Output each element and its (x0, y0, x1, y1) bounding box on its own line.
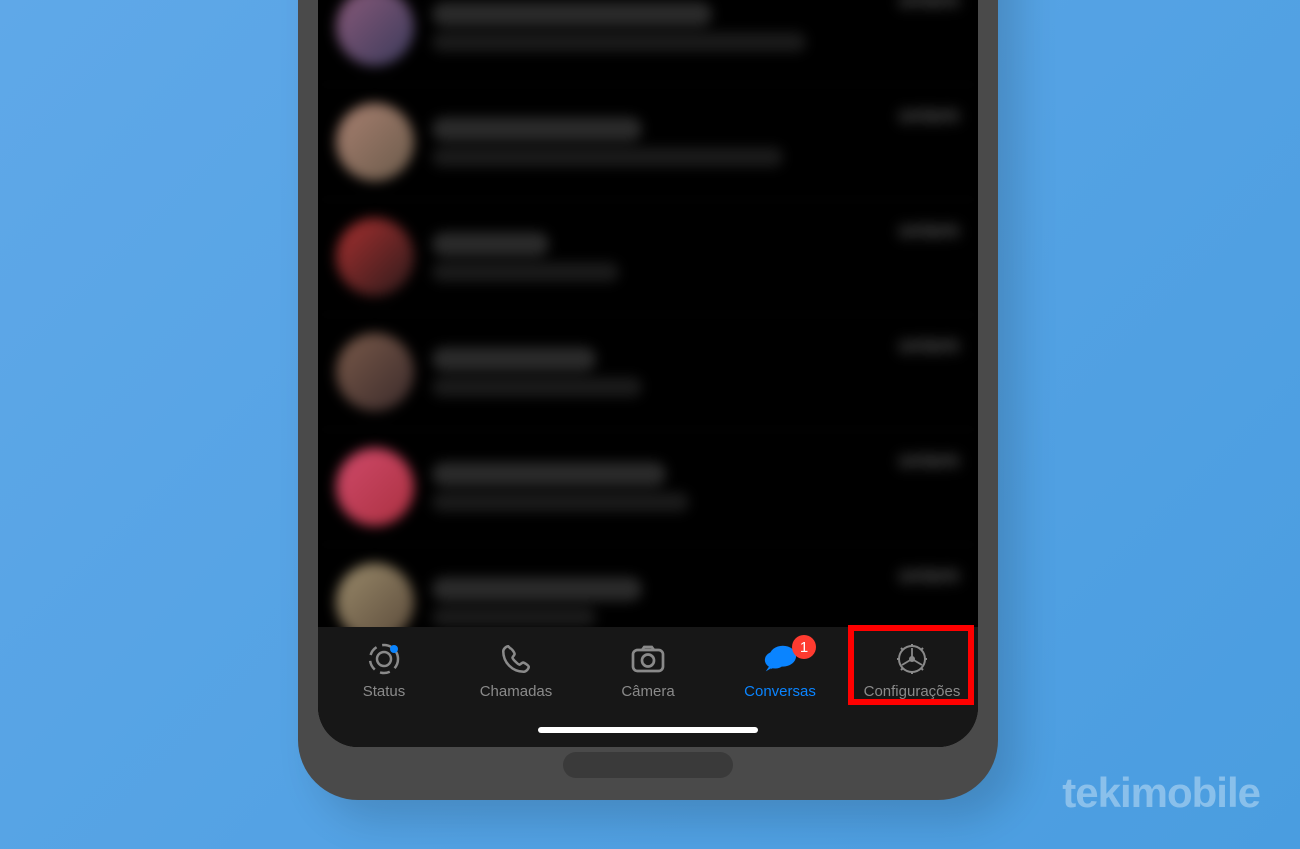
camera-icon (630, 641, 666, 677)
chat-row[interactable]: ontem (318, 315, 978, 430)
chat-row[interactable]: ontem (318, 200, 978, 315)
status-icon (366, 641, 402, 677)
chat-name (432, 347, 596, 371)
chat-time: ontem (899, 335, 960, 358)
chat-time: ontem (899, 0, 960, 13)
chat-row[interactable]: ontem (318, 0, 978, 85)
chat-content (432, 232, 899, 282)
chat-preview (432, 492, 689, 512)
chat-content (432, 347, 899, 397)
chat-name (432, 462, 666, 486)
tab-camera[interactable]: Câmera (582, 637, 714, 704)
unread-badge: 1 (792, 635, 816, 659)
tab-camera-label: Câmera (621, 683, 674, 700)
home-indicator[interactable] (538, 727, 758, 733)
chat-content (432, 462, 899, 512)
chat-content (432, 117, 899, 167)
phone-screen: ontem ontem ontem ontem ontem ontem Status (318, 0, 978, 747)
phone-icon (498, 641, 534, 677)
chat-time: ontem (899, 220, 960, 243)
tab-settings[interactable]: Configurações (846, 637, 978, 704)
chat-content (432, 577, 899, 627)
tab-status[interactable]: Status (318, 637, 450, 704)
chat-preview (432, 262, 619, 282)
gear-icon (894, 641, 930, 677)
avatar (336, 333, 414, 411)
chat-time: ontem (899, 450, 960, 473)
chat-preview (432, 607, 596, 627)
chat-row[interactable]: ontem (318, 430, 978, 545)
tab-chats[interactable]: 1 Conversas (714, 637, 846, 704)
chat-row[interactable]: ontem (318, 85, 978, 200)
chat-preview (432, 377, 642, 397)
tab-calls[interactable]: Chamadas (450, 637, 582, 704)
phone-speaker (563, 752, 733, 778)
tab-settings-label: Configurações (864, 683, 961, 700)
avatar (336, 103, 414, 181)
chat-preview (432, 147, 783, 167)
chat-preview (432, 32, 806, 52)
tab-chats-label: Conversas (744, 683, 816, 700)
avatar (336, 0, 414, 66)
avatar (336, 448, 414, 526)
chat-list: ontem ontem ontem ontem ontem ontem (318, 0, 978, 660)
watermark: tekimobile (1062, 769, 1260, 817)
avatar (336, 218, 414, 296)
chat-name (432, 232, 549, 256)
tab-calls-label: Chamadas (480, 683, 553, 700)
chat-time: ontem (899, 105, 960, 128)
chat-name (432, 117, 642, 141)
tab-status-label: Status (363, 683, 406, 700)
chat-name (432, 577, 642, 601)
chat-content (432, 2, 899, 52)
chat-name (432, 2, 712, 26)
phone-frame: ontem ontem ontem ontem ontem ontem Status (298, 0, 998, 800)
chat-time: ontem (899, 565, 960, 588)
